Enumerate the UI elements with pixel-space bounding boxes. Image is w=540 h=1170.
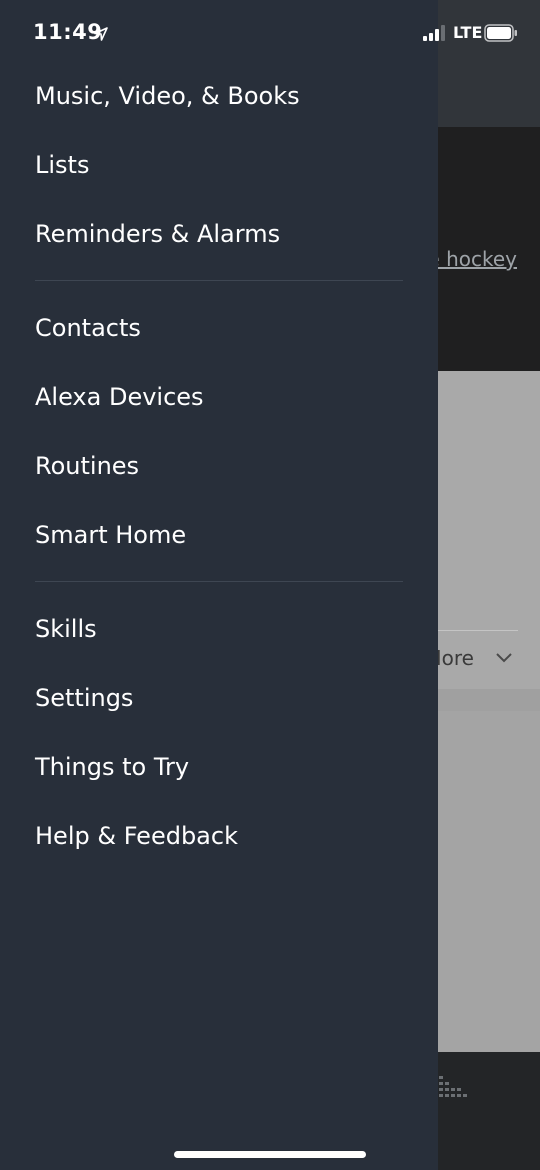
menu-divider [35,581,403,582]
menu-item-things-to-try[interactable]: Things to Try [35,741,415,793]
chevron-down-icon[interactable] [494,650,514,666]
home-indicator[interactable] [174,1151,366,1158]
screen: e hockey More o [0,0,540,1170]
menu-item-settings[interactable]: Settings [35,672,415,724]
menu-item-music-video-books[interactable]: Music, Video, & Books [35,70,415,122]
menu-item-skills[interactable]: Skills [35,603,415,655]
network-type: LTE [453,23,483,42]
location-arrow-icon [94,27,108,41]
menu-item-contacts[interactable]: Contacts [35,302,415,354]
side-menu-drawer: Music, Video, & Books Lists Reminders & … [0,0,438,1170]
menu-item-routines[interactable]: Routines [35,440,415,492]
battery-icon [484,24,517,42]
menu-divider [35,280,403,281]
status-time: 11:49 [33,20,103,44]
menu-item-alexa-devices[interactable]: Alexa Devices [35,371,415,423]
menu-item-lists[interactable]: Lists [35,139,415,191]
menu-item-help-feedback[interactable]: Help & Feedback [35,810,415,862]
background-banner-link[interactable]: e hockey [427,247,517,271]
equalizer-icon[interactable] [437,1074,469,1102]
menu-item-reminders-alarms[interactable]: Reminders & Alarms [35,208,415,260]
signal-icon [423,25,445,41]
menu-item-smart-home[interactable]: Smart Home [35,509,415,561]
status-bar: 11:49 LTE [0,0,540,66]
